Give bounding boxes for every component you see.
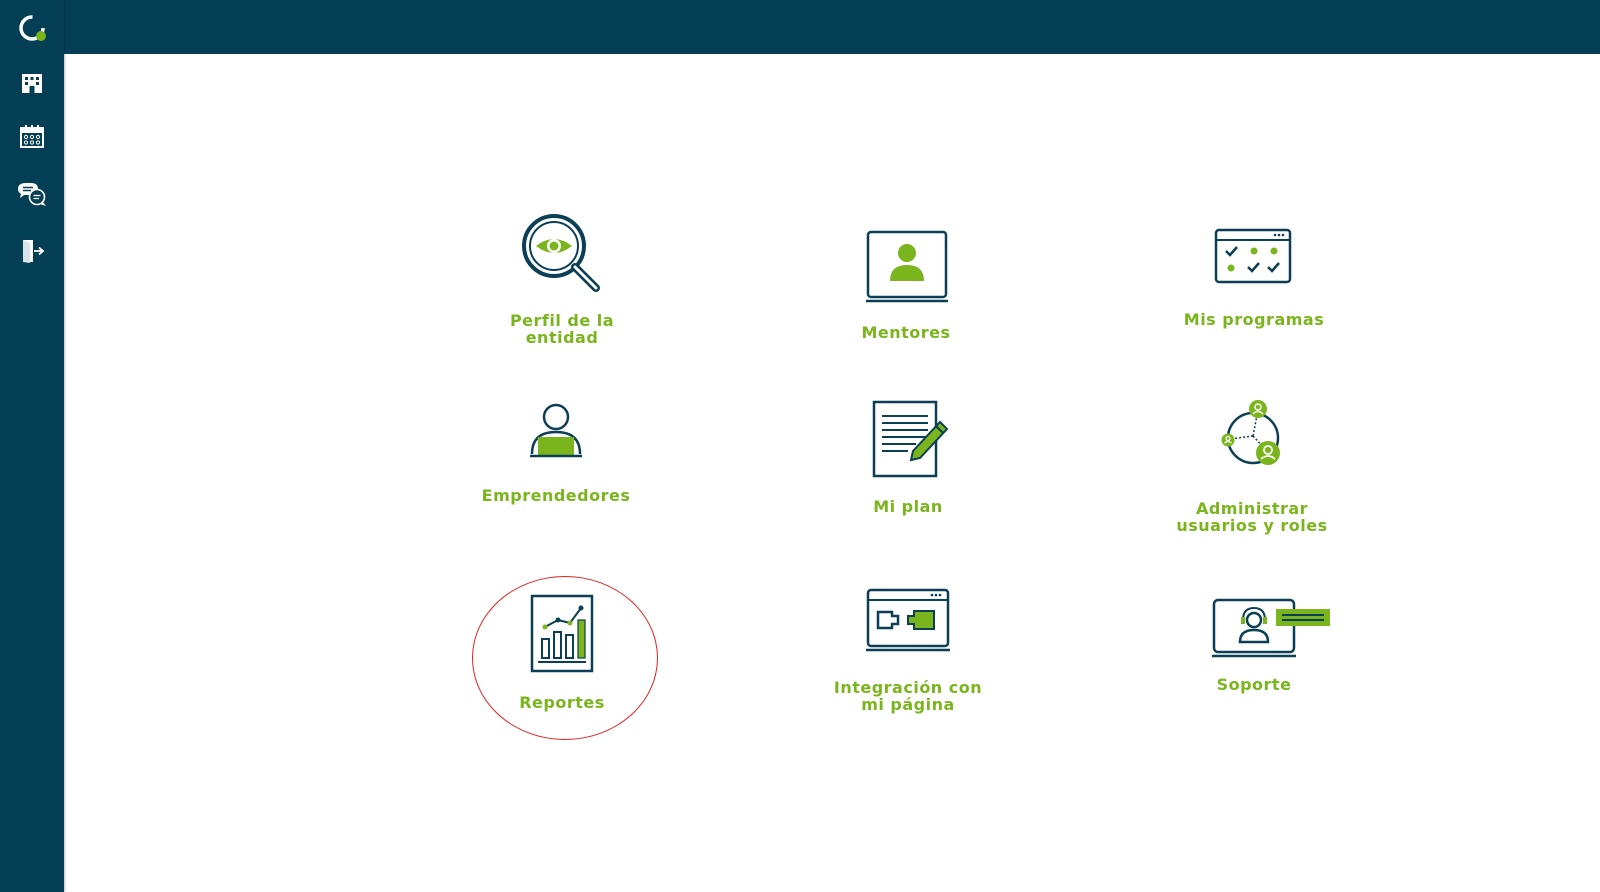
tile-emprendedores[interactable]: Emprendedores <box>446 400 666 570</box>
sidebar <box>0 0 64 892</box>
tile-label: Reportes <box>519 693 605 712</box>
calendar-icon[interactable] <box>16 121 48 153</box>
users-network-icon <box>1221 400 1280 465</box>
tile-reportes[interactable]: Reportes <box>452 590 672 760</box>
tile-mis-programas[interactable]: Mis programas <box>1144 226 1364 396</box>
tile-soporte[interactable]: Soporte <box>1144 592 1364 762</box>
browser-plugin-icon <box>866 588 950 652</box>
tile-mentores[interactable]: Mentores <box>796 226 1016 396</box>
tile-integracion[interactable]: Integración con mi página <box>798 584 1018 754</box>
headset-support-icon <box>1212 598 1330 658</box>
tile-label: Mentores <box>861 323 951 342</box>
top-bar <box>0 0 1600 54</box>
tile-label: Mi plan <box>873 497 943 516</box>
tile-label: Integración con mi página <box>833 678 983 714</box>
tile-mi-plan[interactable]: Mi plan <box>798 398 1018 568</box>
mentor-monitor-icon <box>866 230 948 303</box>
tile-label: Mis programas <box>1183 310 1325 329</box>
tile-perfil-entidad[interactable]: Perfil de la entidad <box>452 206 672 376</box>
logout-icon[interactable] <box>16 235 48 267</box>
tile-administrar-usuarios[interactable]: Administrar usuarios y roles <box>1142 400 1362 570</box>
tile-label: Administrar usuarios y roles <box>1176 499 1328 535</box>
tile-label: Perfil de la entidad <box>509 311 615 347</box>
chat-icon[interactable] <box>16 178 48 210</box>
building-icon[interactable] <box>16 67 48 99</box>
magnifier-eye-icon <box>522 214 600 292</box>
tile-label: Soporte <box>1216 675 1292 694</box>
tile-label: Emprendedores <box>481 486 631 505</box>
document-pencil-icon <box>872 400 949 478</box>
checklist-calendar-icon <box>1214 228 1292 284</box>
logo-icon[interactable] <box>16 12 48 44</box>
bar-chart-report-icon <box>530 594 594 673</box>
person-laptop-icon <box>530 403 582 458</box>
